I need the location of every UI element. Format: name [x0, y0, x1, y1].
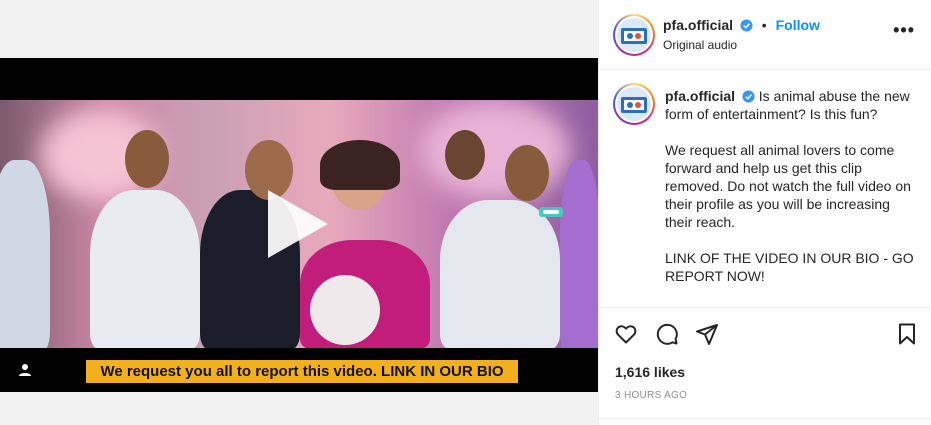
separator-dot: •	[761, 17, 767, 33]
dancer-head	[125, 130, 169, 188]
video-caption-banner: We request you all to report this video.…	[86, 360, 518, 383]
dancer-hair	[320, 140, 400, 190]
likes-count[interactable]: 1,616 likes	[615, 364, 685, 380]
caption-text: pfa.official Is animal abuse the new for…	[665, 87, 915, 285]
video-player[interactable]: We request you all to report this video.…	[0, 58, 598, 392]
avatar[interactable]	[613, 83, 655, 125]
pfa-logo-icon	[621, 28, 647, 44]
divider	[599, 418, 931, 419]
caption-section: pfa.official Is animal abuse the new for…	[599, 71, 931, 307]
dancer-head	[505, 145, 549, 201]
pfa-logo-icon	[621, 97, 647, 113]
caption-paragraph: We request all animal lovers to come for…	[665, 142, 911, 230]
channel-logo-icon	[539, 207, 563, 217]
dancer-figure	[560, 160, 598, 348]
avatar[interactable]	[613, 14, 655, 56]
username-link[interactable]: pfa.official	[663, 17, 733, 33]
verified-badge-icon	[740, 19, 753, 32]
play-icon[interactable]	[268, 190, 328, 258]
verified-badge-icon	[742, 90, 755, 103]
post-header: pfa.official • Follow Original audio •••	[599, 0, 931, 70]
audio-link[interactable]: Original audio	[663, 38, 737, 52]
follow-button[interactable]: Follow	[776, 17, 820, 33]
heart-icon[interactable]	[614, 322, 638, 346]
caption-paragraph: LINK OF THE VIDEO IN OUR BIO - GO REPORT…	[665, 250, 914, 284]
dancer-figure	[440, 200, 560, 348]
post-sidebar: pfa.official • Follow Original audio •••	[598, 0, 931, 425]
rooster-figure	[310, 275, 380, 345]
dancer-figure	[0, 160, 50, 348]
tagged-user-icon[interactable]	[18, 363, 32, 377]
header-user-line: pfa.official • Follow	[663, 17, 820, 33]
media-pane: We request you all to report this video.…	[0, 0, 598, 425]
more-options-icon[interactable]: •••	[893, 21, 915, 39]
post-timestamp[interactable]: 3 HOURS AGO	[615, 390, 687, 401]
bookmark-icon[interactable]	[895, 322, 919, 346]
dancer-figure	[90, 190, 200, 348]
dancer-head	[445, 130, 485, 180]
action-bar: 1,616 likes 3 HOURS AGO	[599, 307, 931, 425]
share-icon[interactable]	[695, 322, 719, 346]
caption-username-link[interactable]: pfa.official	[665, 88, 735, 104]
comment-icon[interactable]	[655, 322, 679, 346]
stage-light	[420, 100, 570, 200]
